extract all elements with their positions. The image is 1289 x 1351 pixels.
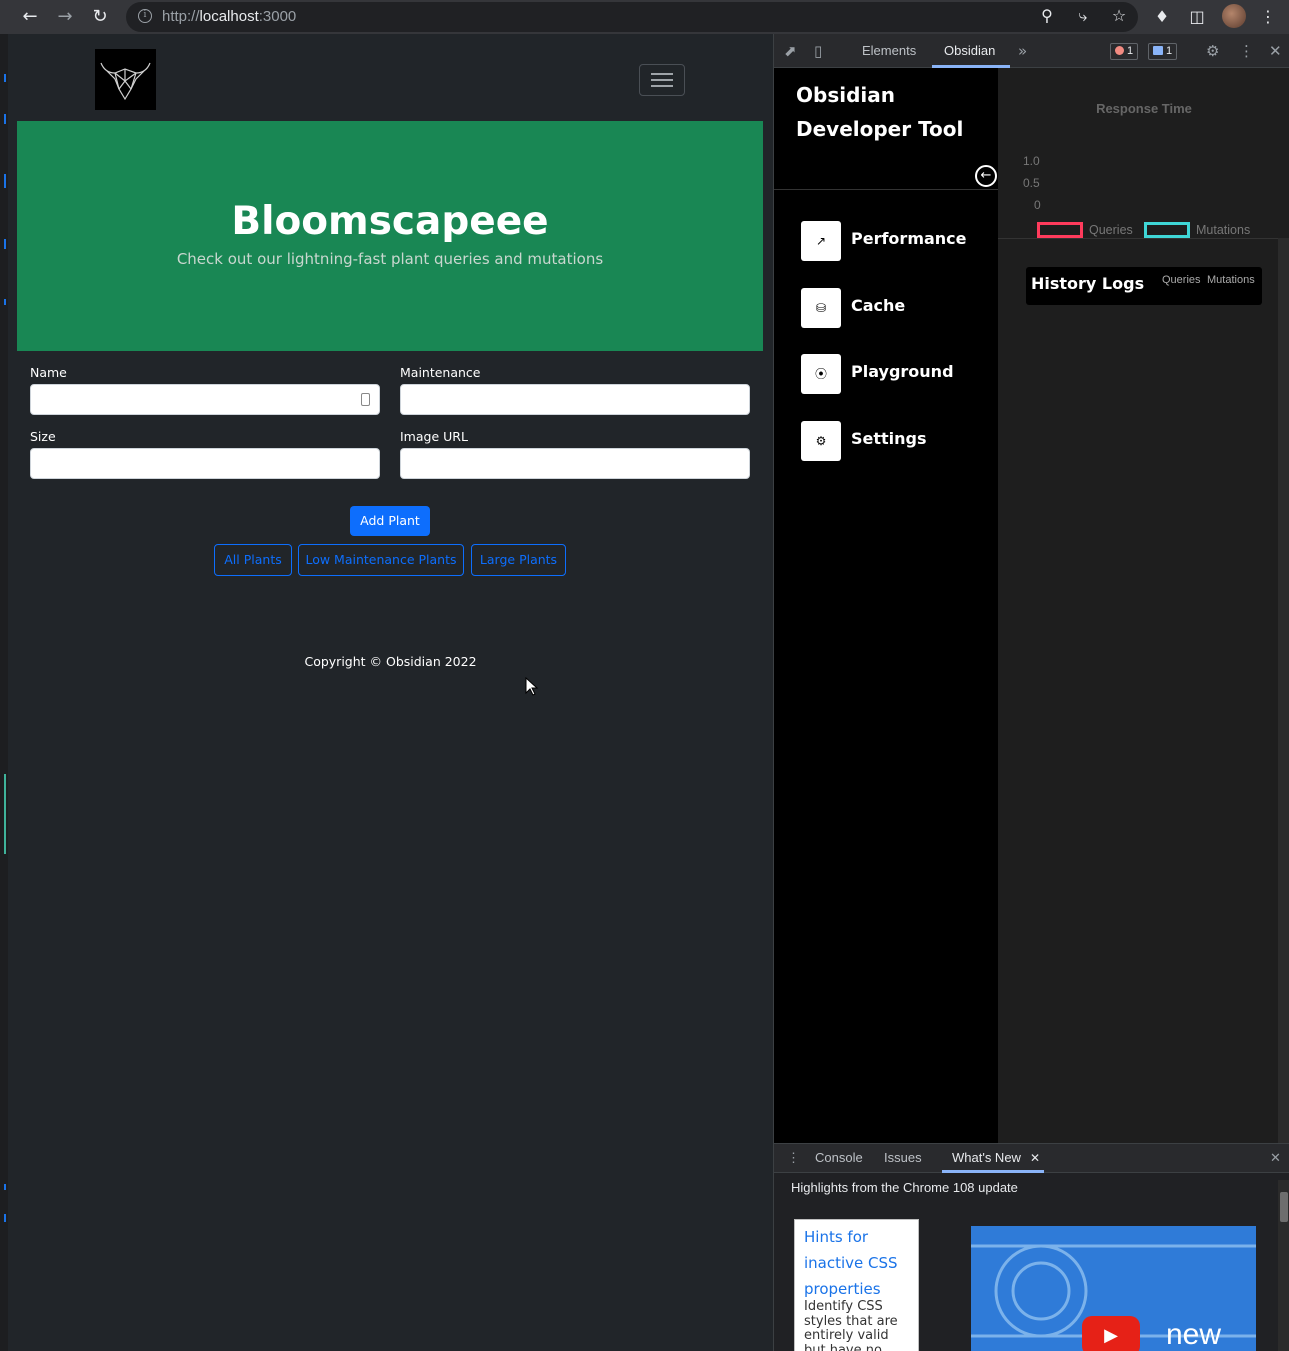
left-gutter xyxy=(0,34,8,1351)
browser-toolbar: ← → ↻ i http://localhost:3000 ⚲ ⤷ ☆ ♦ ◫ … xyxy=(0,0,1289,34)
low-maintenance-button[interactable]: Low Maintenance Plants xyxy=(298,544,464,576)
devtools-panel: ⬈ ▯ Elements Obsidian » 1 1 ⚙ ⋮ ✕ Obsidi… xyxy=(773,34,1289,1351)
legend-swatch-mutations[interactable] xyxy=(1144,222,1190,238)
legend-label-queries[interactable]: Queries xyxy=(1089,223,1133,237)
database-icon: ⛁ xyxy=(801,288,841,328)
highlights-heading: Highlights from the Chrome 108 update xyxy=(791,1180,1018,1195)
drawer-scrollbar[interactable] xyxy=(1278,1180,1289,1351)
y-tick-label: 0 xyxy=(1034,198,1041,212)
response-time-chart: Response Time 1.0 0.5 0 Queries Mutation… xyxy=(998,68,1289,238)
hero-subtitle: Check out our lightning-fast plant queri… xyxy=(176,250,604,268)
close-icon[interactable]: ✕ xyxy=(1269,42,1282,60)
tab-console[interactable]: Console xyxy=(815,1150,863,1165)
more-tabs-icon[interactable]: » xyxy=(1018,42,1027,60)
obsidian-title: Obsidian Developer Tool xyxy=(796,83,964,141)
feature-card-title[interactable]: Hints for inactive CSS properties xyxy=(804,1224,914,1302)
play-icon[interactable]: ▶ xyxy=(1082,1316,1140,1351)
sidebar-item-label: Playground xyxy=(851,362,954,381)
drawer-menu-icon[interactable]: ⋮ xyxy=(787,1150,800,1166)
sidebar-item-label: Cache xyxy=(851,296,906,315)
inspect-icon[interactable]: ⬈ xyxy=(784,42,797,60)
all-plants-button[interactable]: All Plants xyxy=(214,544,292,576)
gear-icon[interactable]: ⚙ xyxy=(1206,42,1219,60)
tab-elements[interactable]: Elements xyxy=(862,43,916,58)
profile-avatar[interactable] xyxy=(1222,4,1246,28)
active-drawer-tab-indicator xyxy=(942,1170,1044,1173)
device-toggle-icon[interactable]: ▯ xyxy=(814,42,822,60)
large-plants-button[interactable]: Large Plants xyxy=(471,544,566,576)
extensions-icon[interactable]: ♦ xyxy=(1151,6,1173,28)
side-panel-icon[interactable]: ◫ xyxy=(1186,6,1208,28)
legend-swatch-queries[interactable] xyxy=(1037,222,1083,238)
size-label: Size xyxy=(30,429,56,444)
tab-obsidian[interactable]: Obsidian xyxy=(944,43,995,58)
video-thumbnail[interactable]: ▶ new xyxy=(971,1226,1256,1351)
error-badge[interactable]: 1 xyxy=(1110,43,1139,60)
collapse-sidebar-icon[interactable]: ← xyxy=(975,165,997,187)
chart-icon: ↗ xyxy=(801,221,841,261)
tab-whats-new[interactable]: What's New xyxy=(952,1150,1021,1165)
sidebar-item-performance[interactable]: ↗ Performance xyxy=(801,221,991,261)
sidebar-item-label: Performance xyxy=(851,229,967,248)
gear-icon: ⚙ xyxy=(801,421,841,461)
sidebar-item-playground[interactable]: ⦿ Playground xyxy=(801,354,991,394)
maintenance-label: Maintenance xyxy=(400,365,481,380)
bull-logo[interactable] xyxy=(95,49,156,110)
image-url-input[interactable] xyxy=(400,448,750,479)
name-label: Name xyxy=(30,365,67,380)
close-drawer-icon[interactable]: ✕ xyxy=(1270,1150,1281,1166)
hero-banner: Bloomscapeee Check out our lightning-fas… xyxy=(17,121,763,351)
forward-icon[interactable]: → xyxy=(53,5,77,29)
history-mutations-link[interactable]: Mutations xyxy=(1207,274,1255,286)
address-bar[interactable]: i http://localhost:3000 ⚲ ⤷ ☆ xyxy=(126,2,1138,32)
reload-icon[interactable]: ↻ xyxy=(88,5,112,29)
legend-label-mutations[interactable]: Mutations xyxy=(1196,223,1250,237)
url-text: http://localhost:3000 xyxy=(162,8,297,25)
size-input[interactable] xyxy=(30,448,380,479)
history-logs-header: History Logs Queries Mutations xyxy=(1026,267,1262,305)
hamburger-menu-button[interactable] xyxy=(639,64,685,96)
back-icon[interactable]: ← xyxy=(18,5,42,29)
zoom-icon[interactable]: ⚲ xyxy=(1036,5,1058,27)
sidebar-item-label: Settings xyxy=(851,429,927,448)
copyright-footer: Copyright © Obsidian 2022 xyxy=(304,654,477,669)
feature-card-description: Identify CSS styles that are entirely va… xyxy=(804,1299,898,1351)
tab-issues[interactable]: Issues xyxy=(884,1150,922,1165)
feature-card[interactable]: Hints for inactive CSS properties Identi… xyxy=(794,1219,919,1351)
star-icon[interactable]: ☆ xyxy=(1108,5,1130,27)
devtools-drawer: ⋮ Console Issues What's New ✕ ✕ Highligh… xyxy=(774,1143,1289,1351)
video-caption: new xyxy=(1166,1318,1222,1351)
scrollbar[interactable] xyxy=(1278,238,1289,1143)
mouse-cursor-icon xyxy=(525,677,539,696)
sidebar-item-settings[interactable]: ⚙ Settings xyxy=(801,421,991,461)
add-plant-button[interactable]: Add Plant xyxy=(350,506,430,536)
chart-title: Response Time xyxy=(1096,101,1192,116)
history-panel: History Logs Queries Mutations xyxy=(998,238,1278,1143)
web-page: Bloomscapeee Check out our lightning-fas… xyxy=(8,34,773,1351)
y-tick-label: 1.0 xyxy=(1023,154,1040,168)
obsidian-sidebar: Obsidian Developer Tool ← ↗ Performance … xyxy=(774,68,998,1143)
kebab-menu-icon[interactable]: ⋮ xyxy=(1239,42,1254,60)
maintenance-input[interactable] xyxy=(400,384,750,415)
menu-icon[interactable]: ⋮ xyxy=(1257,6,1279,28)
y-tick-label: 0.5 xyxy=(1023,176,1040,190)
sidebar-item-cache[interactable]: ⛁ Cache xyxy=(801,288,991,328)
sidebar-divider xyxy=(774,189,998,190)
history-logs-title: History Logs xyxy=(1031,274,1145,293)
compass-icon: ⦿ xyxy=(801,354,841,394)
devtools-tabbar: ⬈ ▯ Elements Obsidian » 1 1 ⚙ ⋮ ✕ xyxy=(774,34,1289,68)
history-queries-link[interactable]: Queries xyxy=(1162,274,1201,286)
share-icon[interactable]: ⤷ xyxy=(1072,5,1094,27)
close-tab-icon[interactable]: ✕ xyxy=(1030,1151,1040,1165)
autofill-icon[interactable] xyxy=(361,393,370,406)
hero-title: Bloomscapeee xyxy=(231,199,549,244)
name-input[interactable] xyxy=(30,384,380,415)
drawer-tabbar: ⋮ Console Issues What's New ✕ ✕ xyxy=(774,1144,1289,1173)
site-info-icon[interactable]: i xyxy=(138,9,152,23)
image-url-label: Image URL xyxy=(400,429,468,444)
message-badge[interactable]: 1 xyxy=(1148,43,1178,60)
